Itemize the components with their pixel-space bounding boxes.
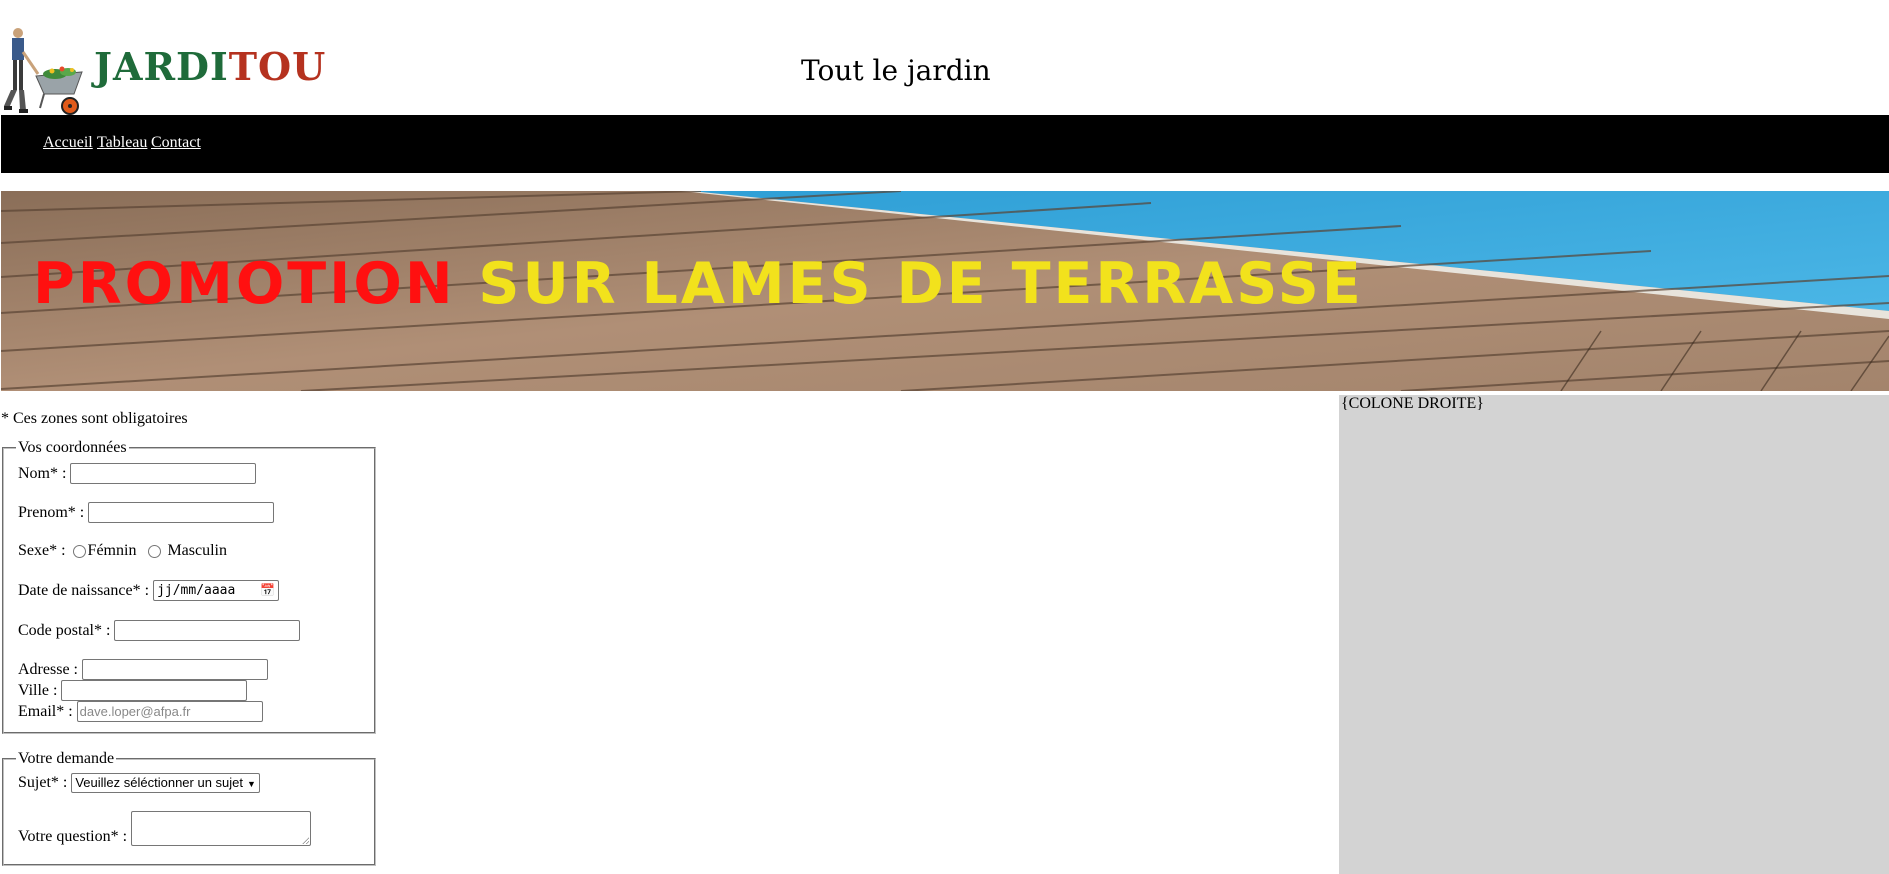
right-column-label: {COLONE DROITE} bbox=[1341, 395, 1484, 412]
row-sexe: Sexe* : Fémnin Masculin bbox=[18, 542, 227, 560]
row-code-postal: Code postal* : bbox=[18, 620, 301, 641]
nav-link-tableau[interactable]: Tableau bbox=[97, 134, 147, 152]
resize-grip-icon[interactable] bbox=[302, 837, 310, 844]
adresse-input[interactable] bbox=[81, 659, 268, 680]
calendar-icon[interactable]: 📅 bbox=[260, 582, 275, 599]
ville-label: Ville : bbox=[18, 681, 58, 699]
row-sujet: Sujet* : Veuillez séléctionner un sujet ▼ bbox=[18, 773, 260, 793]
row-prenom: Prenom* : bbox=[18, 502, 275, 523]
row-nom: Nom* : bbox=[18, 463, 257, 484]
prenom-label: Prenom* : bbox=[18, 503, 85, 521]
sexe-f-label: Fémnin bbox=[87, 542, 137, 560]
contact-form-area: * Ces zones sont obligatoires Vos coordo… bbox=[0, 395, 1339, 874]
sujet-select[interactable]: Veuillez séléctionner un sujet ▼ bbox=[71, 773, 260, 793]
sexe-m-label: Masculin bbox=[167, 542, 227, 560]
nom-label: Nom* : bbox=[18, 464, 67, 482]
right-column: {COLONE DROITE} bbox=[1339, 395, 1889, 874]
ville-input[interactable] bbox=[61, 680, 248, 701]
adresse-label: Adresse : bbox=[18, 660, 78, 678]
nav-link-accueil[interactable]: Accueil bbox=[43, 134, 93, 152]
sexe-f-radio[interactable] bbox=[72, 544, 86, 558]
dob-input[interactable]: jj/mm/aaaa 📅 bbox=[153, 580, 280, 601]
nom-input[interactable] bbox=[70, 463, 257, 484]
question-label: Votre question* : bbox=[18, 828, 128, 845]
banner-headline: PROMOTION SUR LAMES DE TERRASSE bbox=[33, 256, 1364, 313]
row-adresse: Adresse : bbox=[18, 659, 268, 680]
logo-text-tou: TOU bbox=[228, 44, 327, 89]
dob-placeholder: jj/mm/aaaa bbox=[157, 583, 236, 598]
logo-wordmark[interactable]: JARDITOU bbox=[94, 44, 326, 89]
row-email: Email* : bbox=[18, 701, 263, 722]
sexe-m-radio[interactable] bbox=[148, 544, 162, 558]
code-postal-input[interactable] bbox=[114, 620, 301, 641]
banner-text-subtitle: SUR LAMES DE TERRASSE bbox=[478, 251, 1364, 317]
required-note: * Ces zones sont obligatoires bbox=[1, 410, 188, 427]
question-textarea[interactable] bbox=[131, 811, 312, 846]
sujet-label: Sujet* : bbox=[18, 774, 68, 791]
dob-label: Date de naissance* : bbox=[18, 581, 150, 599]
row-dob: Date de naissance* : jj/mm/aaaa 📅 bbox=[18, 580, 280, 601]
site-title: Tout le jardin bbox=[801, 54, 991, 87]
email-label: Email* : bbox=[18, 702, 73, 720]
logo-text-jardi: JARDI bbox=[94, 44, 229, 89]
row-ville: Ville : bbox=[18, 680, 248, 701]
nav-link-contact[interactable]: Contact bbox=[151, 134, 201, 152]
code-postal-label: Code postal* : bbox=[18, 621, 111, 639]
main-nav: Accueil Tableau Contact bbox=[1, 115, 1889, 173]
legend-demande: Votre demande bbox=[16, 750, 117, 768]
sujet-selected-value: Veuillez séléctionner un sujet bbox=[75, 775, 244, 790]
email-input[interactable] bbox=[76, 701, 263, 722]
sexe-label: Sexe* : bbox=[18, 542, 66, 560]
header: JARDITOU Tout le jardin bbox=[0, 0, 1889, 115]
chevron-down-icon: ▼ bbox=[247, 779, 256, 789]
fieldset-coordonnees: Vos coordonnées Nom* : Prenom* : Sexe* :… bbox=[2, 439, 376, 734]
legend-coordonnees: Vos coordonnées bbox=[16, 439, 129, 457]
prenom-input[interactable] bbox=[88, 502, 275, 523]
banner-text-promotion: PROMOTION bbox=[33, 251, 456, 317]
fieldset-demande: Votre demande Sujet* : Veuillez séléctio… bbox=[2, 750, 376, 866]
gardener-wheelbarrow-icon bbox=[4, 28, 83, 115]
row-question: Votre question* : bbox=[18, 811, 312, 846]
